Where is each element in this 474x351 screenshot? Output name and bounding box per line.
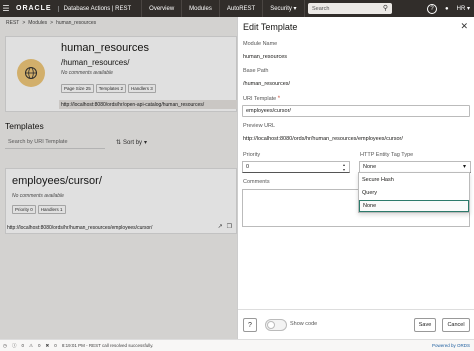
priority-stepper[interactable]: 0 ▴ ▾ <box>242 161 350 173</box>
global-search-input[interactable]: Search ⚲ <box>308 3 392 14</box>
info-icon: ⓘ <box>11 342 17 348</box>
main-nav: Overview Modules AutoREST Security ▾ <box>141 0 305 17</box>
required-marker: * <box>277 96 281 102</box>
option-none[interactable]: None <box>359 200 469 212</box>
preview-url-value: http://localhost:8080/ords/hr/human_reso… <box>243 136 403 142</box>
status-bar: ◷ ⓘ 0 ⚠ 0 ✖ 0 8:19:01 PM - REST call res… <box>0 339 474 351</box>
search-placeholder: Search <box>312 5 330 12</box>
user-menu[interactable]: HR ▾ <box>457 5 470 12</box>
menu-icon[interactable]: ☰ <box>0 0 12 17</box>
topbar-right: ? ● HR ▾ <box>427 0 470 17</box>
comments-label: Comments <box>243 179 270 185</box>
question-icon: ? <box>248 321 252 329</box>
warning-icon: ⚠ <box>28 342 33 348</box>
base-path-value: /human_resources/ <box>243 81 291 87</box>
module-name-value: human_resources <box>243 54 288 60</box>
save-button[interactable]: Save <box>414 318 436 332</box>
error-icon: ✖ <box>45 342 50 348</box>
preview-url-label: Preview URL <box>243 123 276 129</box>
error-count: 0 <box>54 343 57 348</box>
powered-by-link[interactable]: Powered by ORDS <box>432 343 470 348</box>
nav-overview[interactable]: Overview <box>141 0 181 17</box>
show-code-label: Show code <box>290 321 318 327</box>
nav-modules[interactable]: Modules <box>181 0 219 17</box>
search-icon: ⚲ <box>382 5 388 12</box>
module-name-label: Module Name <box>243 41 278 47</box>
toggle-knob <box>267 321 275 329</box>
option-secure-hash[interactable]: Secure Hash <box>359 174 469 186</box>
uri-template-label: URI Template * <box>243 96 281 102</box>
close-icon[interactable]: ✕ <box>460 21 468 32</box>
base-path-label: Base Path <box>243 68 269 74</box>
priority-value: 0 <box>246 164 250 170</box>
nav-security[interactable]: Security ▾ <box>262 0 305 17</box>
option-query[interactable]: Query <box>359 187 469 199</box>
user-avatar-icon[interactable]: ● <box>445 6 449 12</box>
product-title: Database Actions | REST <box>57 5 131 12</box>
drawer-footer: ? Show code Save Cancel <box>238 309 474 339</box>
drawer-title: Edit Template <box>243 22 298 32</box>
etag-label: HTTP Entity Tag Type <box>360 152 414 158</box>
stepper-arrows-icon[interactable]: ▴ ▾ <box>343 162 345 172</box>
warning-count: 0 <box>38 343 41 348</box>
help-icon[interactable]: ? <box>427 3 438 14</box>
top-bar: ☰ ORACLE Database Actions | REST Overvie… <box>0 0 474 17</box>
priority-label: Priority <box>243 152 261 158</box>
nav-autorest[interactable]: AutoREST <box>218 0 262 17</box>
status-count: 0 <box>21 343 24 348</box>
oracle-logo: ORACLE <box>16 5 52 12</box>
show-code-toggle[interactable] <box>265 319 287 331</box>
chevron-down-icon: ▾ <box>462 164 466 170</box>
etag-dropdown-list: Secure Hash Query None <box>358 172 470 213</box>
uri-template-input[interactable]: employees/cursor/ <box>242 105 470 117</box>
help-button[interactable]: ? <box>243 318 257 332</box>
etag-value: None <box>363 164 377 170</box>
status-message: 8:19:01 PM - REST call resolved successf… <box>61 343 154 348</box>
modal-overlay <box>0 17 237 339</box>
cancel-button[interactable]: Cancel <box>442 318 470 332</box>
clock-icon: ◷ <box>3 342 7 348</box>
